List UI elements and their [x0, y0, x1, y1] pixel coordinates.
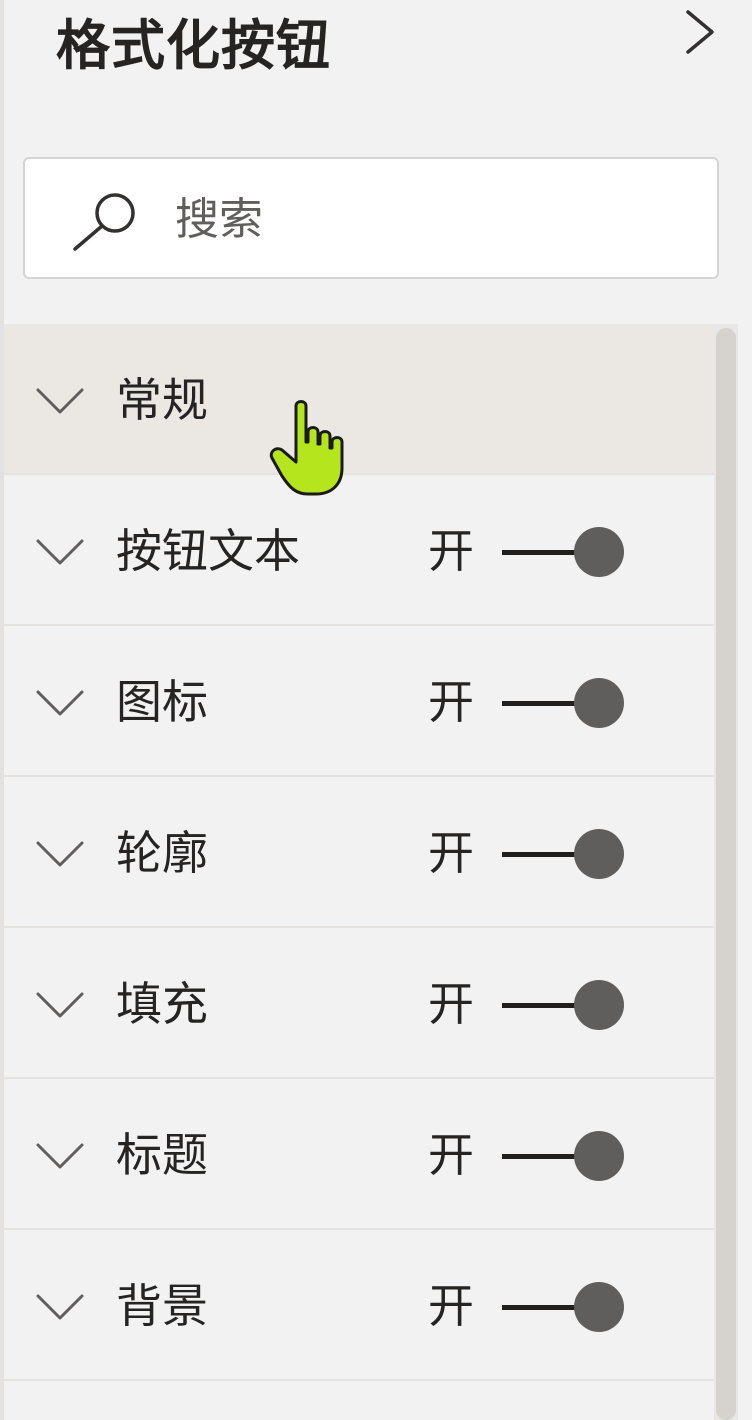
toggle-switch[interactable]	[502, 525, 626, 579]
vertical-scrollbar[interactable]	[714, 324, 738, 1420]
format-pane: 格式化按钮 常规 按钮文本 开	[0, 0, 752, 1420]
chevron-down-icon[interactable]	[34, 384, 86, 418]
section-label: 常规	[116, 373, 208, 427]
chevron-down-icon[interactable]	[34, 837, 86, 871]
toggle-state-label: 开	[428, 1128, 474, 1182]
section-label: 背景	[116, 1279, 208, 1333]
section-icon[interactable]: 图标 开	[4, 626, 714, 777]
toggle-state-label: 开	[428, 524, 474, 578]
toggle-switch[interactable]	[502, 1129, 626, 1183]
toggle-knob	[574, 980, 624, 1030]
hand-pointer-cursor-icon	[268, 398, 352, 498]
chevron-down-icon[interactable]	[34, 535, 86, 569]
toggle-knob	[574, 1282, 624, 1332]
section-label: 轮廓	[116, 826, 208, 880]
toggle-switch[interactable]	[502, 827, 626, 881]
toggle-state-label: 开	[428, 977, 474, 1031]
section-title[interactable]: 标题 开	[4, 1079, 714, 1230]
section-background[interactable]: 背景 开	[4, 1230, 714, 1381]
toggle-state-label: 开	[428, 826, 474, 880]
toggle-knob	[574, 1131, 624, 1181]
toggle-state-label: 开	[428, 675, 474, 729]
section-button-text[interactable]: 按钮文本 开	[4, 475, 714, 626]
toggle-knob	[574, 829, 624, 879]
chevron-down-icon[interactable]	[34, 686, 86, 720]
section-label: 标题	[116, 1128, 208, 1182]
format-section-list: 常规 按钮文本 开 图标 开 轮廓 开 填充 开 标题 开 背景 开	[4, 324, 714, 1381]
toggle-knob	[574, 678, 624, 728]
toggle-switch[interactable]	[502, 1280, 626, 1334]
section-outline[interactable]: 轮廓 开	[4, 777, 714, 928]
section-general[interactable]: 常规	[4, 324, 714, 475]
chevron-down-icon[interactable]	[34, 1290, 86, 1324]
section-fill[interactable]: 填充 开	[4, 928, 714, 1079]
chevron-down-icon[interactable]	[34, 1139, 86, 1173]
pane-title: 格式化按钮	[56, 14, 331, 77]
toggle-track	[502, 550, 582, 555]
toggle-track	[502, 1154, 582, 1159]
section-label: 填充	[116, 977, 208, 1031]
chevron-right-icon[interactable]	[680, 8, 720, 56]
toggle-knob	[574, 527, 624, 577]
toggle-state-label: 开	[428, 1279, 474, 1333]
toggle-track	[502, 1305, 582, 1310]
scrollbar-thumb[interactable]	[716, 328, 736, 1420]
toggle-track	[502, 701, 582, 706]
section-label: 按钮文本	[116, 524, 300, 578]
chevron-down-icon[interactable]	[34, 988, 86, 1022]
search-icon	[71, 189, 139, 253]
search-input[interactable]	[175, 187, 675, 251]
toggle-track	[502, 852, 582, 857]
toggle-switch[interactable]	[502, 676, 626, 730]
section-label: 图标	[116, 675, 208, 729]
search-box[interactable]	[23, 157, 719, 279]
toggle-switch[interactable]	[502, 978, 626, 1032]
toggle-track	[502, 1003, 582, 1008]
